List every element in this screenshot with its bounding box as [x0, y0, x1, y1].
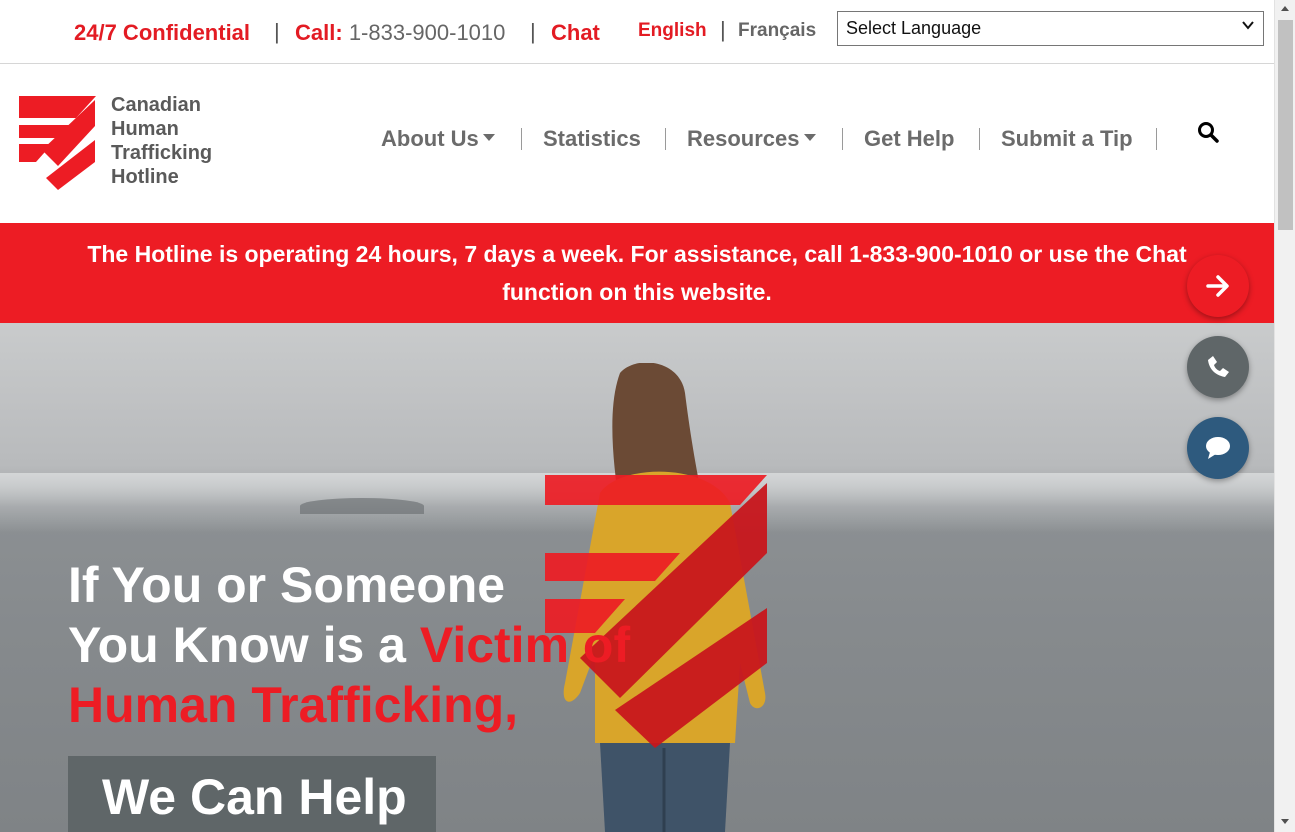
chevron-down-icon: [1242, 21, 1254, 30]
language-select[interactable]: Select Language: [837, 11, 1264, 46]
logo-line: Trafficking: [111, 142, 213, 164]
nav-label: Resources: [687, 126, 800, 151]
nav-about-us[interactable]: About Us: [381, 126, 495, 152]
hero-island: [300, 498, 424, 514]
nav-divider: [979, 128, 980, 150]
hero-person-with-logo-image: [545, 363, 767, 832]
hero-text-red: Victim of: [419, 617, 631, 673]
chat-link[interactable]: Chat: [551, 20, 600, 46]
logo-line: Human: [111, 118, 179, 140]
nav-divider: [521, 128, 522, 150]
nav-get-help[interactable]: Get Help: [864, 126, 954, 152]
caret-down-icon: [482, 134, 495, 141]
search-icon[interactable]: [1197, 121, 1219, 143]
language-english-link[interactable]: English: [638, 20, 707, 42]
divider: |: [274, 19, 280, 44]
logo-line: Hotline: [111, 166, 179, 188]
scroll-up-icon[interactable]: [1281, 6, 1289, 11]
chat-button[interactable]: [1187, 417, 1249, 479]
alert-line-1: The Hotline is operating 24 hours, 7 day…: [87, 241, 1187, 267]
hero-heading-line-3: Human Trafficking,: [68, 677, 519, 733]
hero-heading-line-1: If You or Someone: [68, 557, 506, 613]
scrollbar-thumb[interactable]: [1278, 20, 1293, 230]
nav-divider: [842, 128, 843, 150]
nav-divider: [1156, 128, 1157, 150]
logo-line: Canadian: [111, 94, 202, 116]
top-utility-bar: 24/7 Confidential | Call: 1-833-900-1010…: [0, 0, 1275, 64]
quick-exit-button[interactable]: [1187, 255, 1249, 317]
page: 24/7 Confidential | Call: 1-833-900-1010…: [0, 0, 1295, 832]
call-number: 1-833-900-1010: [348, 20, 506, 45]
language-select-value: Select Language: [846, 18, 982, 38]
divider: |: [530, 19, 536, 44]
phone-icon: [1208, 356, 1229, 377]
caret-down-icon: [803, 134, 816, 141]
alert-line-2: function on this website.: [502, 279, 772, 305]
hero-heading-line-2: You Know is a Victim of: [68, 615, 630, 675]
call-hotline-button[interactable]: [1187, 336, 1249, 398]
divider: |: [720, 17, 726, 42]
hero-section: If You or Someone You Know is a Victim o…: [0, 323, 1274, 832]
site-header: Canadian Human Trafficking Hotline About…: [0, 65, 1275, 223]
nav-divider: [665, 128, 666, 150]
page-scrollbar[interactable]: [1274, 0, 1295, 832]
scroll-down-icon[interactable]: [1281, 819, 1289, 824]
nav-statistics[interactable]: Statistics: [543, 126, 641, 152]
chat-bubble-icon: [1206, 437, 1230, 459]
language-french-link[interactable]: Français: [738, 20, 816, 42]
we-can-help-button[interactable]: We Can Help: [68, 756, 436, 832]
nav-submit-tip[interactable]: Submit a Tip: [1001, 126, 1133, 152]
call-label: Call:: [295, 20, 343, 45]
confidential-label: 24/7 Confidential: [74, 20, 251, 45]
arrow-right-icon: [1206, 275, 1229, 297]
nav-resources[interactable]: Resources: [687, 126, 816, 152]
call-link[interactable]: Call: 1-833-900-1010: [295, 20, 505, 46]
logo-mark-icon[interactable]: [18, 96, 98, 192]
nav-label: About Us: [381, 126, 479, 151]
hotline-alert-banner: The Hotline is operating 24 hours, 7 day…: [0, 223, 1274, 323]
logo-wordmark[interactable]: Canadian Human Trafficking Hotline: [111, 93, 212, 189]
hero-text-white: You Know is a: [68, 617, 420, 673]
